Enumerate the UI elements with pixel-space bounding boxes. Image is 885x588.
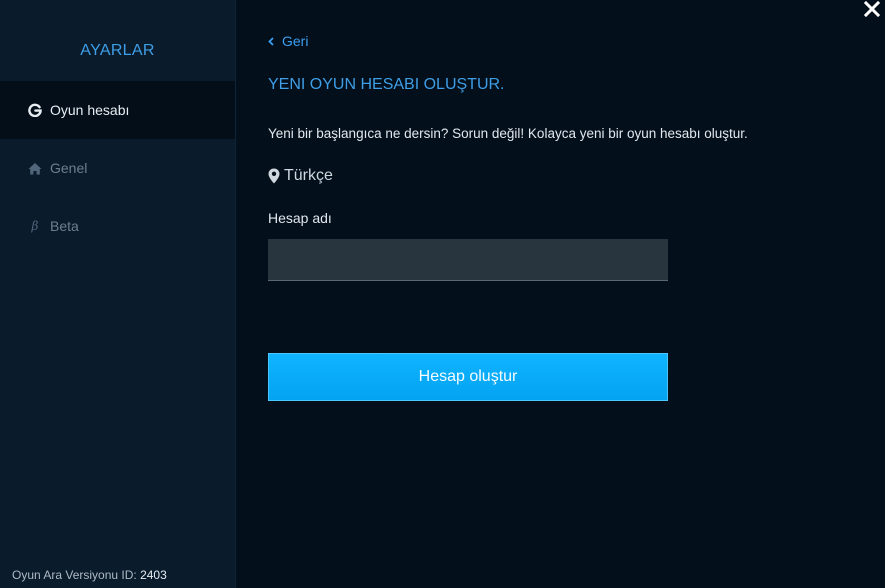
close-button[interactable] — [860, 0, 884, 22]
sidebar: AYARLAR Oyun hesabı Genel β Beta Oyun Ar… — [0, 0, 236, 588]
version-info: Oyun Ara Versiyonu ID: 2403 — [12, 568, 167, 582]
sidebar-item-label: Beta — [50, 218, 79, 234]
beta-icon: β — [31, 219, 39, 233]
game-logo-icon — [28, 103, 42, 117]
sidebar-item-general[interactable]: Genel — [0, 139, 235, 197]
sidebar-title: AYARLAR — [80, 42, 155, 59]
version-value: 2403 — [140, 568, 167, 582]
chevron-left-icon — [268, 36, 274, 46]
close-icon — [863, 0, 881, 22]
home-icon — [28, 161, 42, 175]
back-label: Geri — [282, 33, 309, 49]
page-description: Yeni bir başlangıca ne dersin? Sorun değ… — [268, 126, 748, 141]
sidebar-item-game-account[interactable]: Oyun hesabı — [0, 81, 235, 139]
account-name-input[interactable] — [268, 239, 668, 281]
version-label: Oyun Ara Versiyonu ID: — [12, 568, 137, 582]
sidebar-item-label: Genel — [50, 160, 88, 176]
map-pin-icon — [268, 168, 280, 184]
back-link[interactable]: Geri — [268, 33, 308, 49]
sidebar-item-label: Oyun hesabı — [50, 102, 130, 118]
page-title: YENI OYUN HESABI OLUŞTUR. — [268, 76, 505, 93]
create-account-button[interactable]: Hesap oluştur — [268, 353, 668, 401]
sidebar-item-beta[interactable]: β Beta — [0, 197, 235, 255]
account-name-label: Hesap adı — [268, 210, 332, 226]
region-label: Türkçe — [284, 167, 333, 184]
region-indicator: Türkçe — [268, 167, 333, 185]
